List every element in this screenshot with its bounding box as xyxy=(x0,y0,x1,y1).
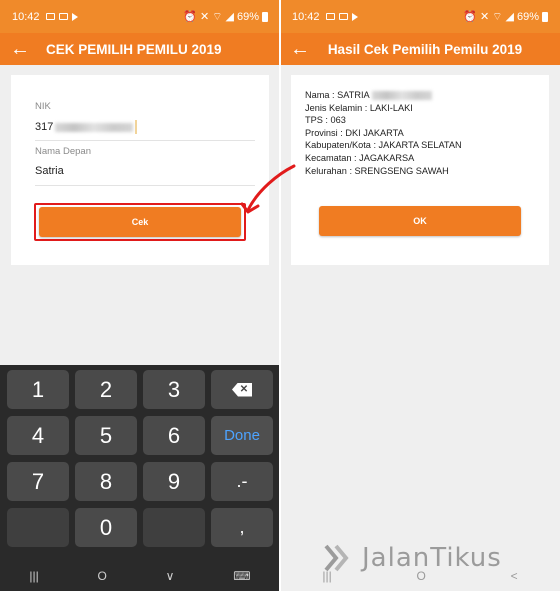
blank-key-left xyxy=(7,508,69,547)
wifi-icon: ⌔ xyxy=(212,10,223,23)
result-line-gender: Jenis Kelamin : LAKI-LAKI xyxy=(305,102,413,113)
result-card: Nama : SATRIA Jenis Kelamin : LAKI-LAKI … xyxy=(291,75,549,265)
battery-icon xyxy=(262,11,268,22)
mute-icon: ✕ xyxy=(199,11,210,23)
back-arrow-icon[interactable]: ← xyxy=(0,33,40,65)
first-name-label: Nama Depan xyxy=(35,146,91,157)
nik-label: NIK xyxy=(35,101,51,112)
key-5[interactable]: 5 xyxy=(75,416,137,455)
nav-bar: ||| O ∨ ⌨ xyxy=(0,561,280,591)
battery-percent: 69% xyxy=(516,10,539,23)
recents-icon[interactable]: ||| xyxy=(29,569,38,583)
result-line-city: Kabupaten/Kota : JAKARTA SELATAN xyxy=(305,140,462,151)
battery-icon xyxy=(542,11,548,22)
result-line-district: Kecamatan : JAGAKARSA xyxy=(305,152,415,163)
backspace-icon: ✕ xyxy=(232,382,252,397)
jalantikus-logo-icon xyxy=(324,544,349,572)
done-key[interactable]: Done xyxy=(211,416,273,455)
screen-divider xyxy=(279,0,281,591)
alarm-icon: ⏰ xyxy=(183,11,197,23)
nik-value: 317 xyxy=(35,120,54,133)
gallery-icon xyxy=(338,13,348,20)
app-bar: ← Hasil Cek Pemilih Pemilu 2019 xyxy=(280,33,560,65)
first-name-underline xyxy=(35,185,255,186)
key-4[interactable]: 4 xyxy=(7,416,69,455)
nik-field[interactable]: NIK 317 xyxy=(35,101,255,141)
result-line-province: Provinsi : DKI JAKARTA xyxy=(305,127,404,138)
result-line-tps: TPS : 063 xyxy=(305,115,346,126)
gallery-icon xyxy=(58,13,68,20)
key-8[interactable]: 8 xyxy=(75,462,137,501)
dot-dash-key[interactable]: .- xyxy=(211,462,273,501)
key-2[interactable]: 2 xyxy=(75,370,137,409)
annotation-arrow-icon xyxy=(240,164,296,214)
alarm-icon: ⏰ xyxy=(463,11,477,23)
page-title: Hasil Cek Pemilih Pemilu 2019 xyxy=(327,41,523,57)
back-nav-icon[interactable]: < xyxy=(511,569,518,583)
play-icon xyxy=(71,12,78,21)
first-name-input[interactable]: Satria xyxy=(35,165,255,179)
back-nav-icon[interactable]: ∨ xyxy=(166,569,175,583)
status-time: 10:42 xyxy=(12,10,40,23)
status-bar: 10:42 ⏰ ✕ ⌔ ◢ 69% xyxy=(0,0,280,33)
signal-icon: ◢ xyxy=(505,11,514,23)
signal-icon: ◢ xyxy=(225,11,234,23)
back-arrow-icon[interactable]: ← xyxy=(280,33,320,65)
result-line-village: Kelurahan : SRENGSENG SAWAH xyxy=(305,165,449,176)
status-bar: 10:42 ⏰ ✕ ⌔ ◢ 69% xyxy=(280,0,560,33)
numeric-keyboard: 1 2 3 ✕ 4 5 6 Done 7 8 9 .- 0 , xyxy=(0,365,280,591)
key-9[interactable]: 9 xyxy=(143,462,205,501)
redacted-blur xyxy=(55,122,134,132)
left-phone-screen: 10:42 ⏰ ✕ ⌔ ◢ 69% ← CEK PEMILIH PEMILU 2… xyxy=(0,0,280,591)
comma-key[interactable]: , xyxy=(211,508,273,547)
first-name-field[interactable]: Nama Depan Satria xyxy=(35,146,255,186)
key-0[interactable]: 0 xyxy=(75,508,137,547)
battery-percent: 69% xyxy=(236,10,259,23)
backspace-key[interactable]: ✕ xyxy=(211,370,273,409)
calendar-icon xyxy=(325,13,335,20)
key-1[interactable]: 1 xyxy=(7,370,69,409)
watermark: JalanTikus xyxy=(322,542,502,574)
notification-icons xyxy=(45,12,78,21)
play-icon xyxy=(351,12,358,21)
blank-key-right xyxy=(143,508,205,547)
key-6[interactable]: 6 xyxy=(143,416,205,455)
redacted-blur xyxy=(371,91,432,101)
calendar-icon xyxy=(45,13,55,20)
result-line-name: Nama : SATRIA xyxy=(305,89,462,102)
name-text: Nama : SATRIA xyxy=(305,90,370,100)
mute-icon: ✕ xyxy=(479,11,490,23)
key-7[interactable]: 7 xyxy=(7,462,69,501)
right-phone-screen: 10:42 ⏰ ✕ ⌔ ◢ 69% ← Hasil Cek Pemilih Pe… xyxy=(280,0,560,591)
result-details: Nama : SATRIA Jenis Kelamin : LAKI-LAKI … xyxy=(305,89,462,177)
status-right: ⏰ ✕ ⌔ ◢ 69% xyxy=(183,10,268,24)
page-title: CEK PEMILIH PEMILU 2019 xyxy=(46,41,222,57)
wifi-icon: ⌔ xyxy=(492,10,503,23)
status-right: ⏰ ✕ ⌔ ◢ 69% xyxy=(463,10,548,24)
text-cursor xyxy=(135,120,138,134)
cek-button[interactable]: Cek xyxy=(39,207,241,237)
app-bar: ← CEK PEMILIH PEMILU 2019 xyxy=(0,33,280,65)
watermark-text: JalanTikus xyxy=(362,543,502,573)
notification-icons xyxy=(325,12,358,21)
nik-input[interactable]: 317 xyxy=(35,120,255,134)
status-time: 10:42 xyxy=(292,10,320,23)
key-3[interactable]: 3 xyxy=(143,370,205,409)
home-icon[interactable]: O xyxy=(98,569,107,583)
ok-button[interactable]: OK xyxy=(319,206,521,236)
keyboard-icon[interactable]: ⌨ xyxy=(233,569,250,583)
nik-underline xyxy=(35,140,255,141)
